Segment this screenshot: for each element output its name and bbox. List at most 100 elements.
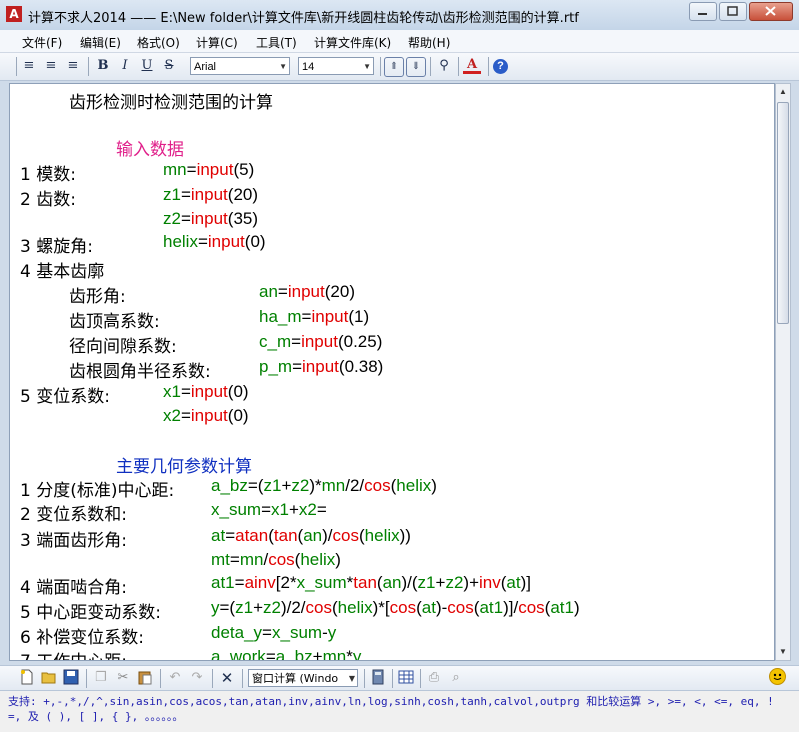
cut-icon[interactable]: ✂	[114, 669, 132, 687]
toolbar-separator	[86, 669, 87, 688]
standard-toolbar: ❐ ✂ ↶ ↷ ✕ 窗口计算 (Windo ▼ ⎙ ⌕	[0, 665, 799, 691]
format-toolbar: ≡ ≡ ≡ B I U S Arial ▼ 14 ▼ ⇑ ⇓ ⚲ A ?	[0, 53, 799, 81]
scroll-up-icon[interactable]: ▲	[776, 84, 790, 100]
value-x2: 0	[233, 406, 243, 425]
underline-icon[interactable]: U	[138, 57, 156, 75]
formula-z1: z1=input(20)	[163, 185, 259, 204]
menu-tools[interactable]: 工具(T)	[256, 34, 297, 51]
print-preview-icon[interactable]: ⌕	[447, 669, 465, 687]
undo-icon[interactable]: ↶	[166, 669, 184, 687]
title-bar: A 计算不求人2014 —— E:\New folder\计算文件库\新开线圆柱…	[0, 0, 799, 30]
formula-a-bz: a_bz=(z1+z2)*mn/2/cos(helix)	[211, 476, 437, 495]
label-shift-sum: 2 变位系数和:	[20, 505, 127, 525]
smiley-icon[interactable]	[769, 668, 786, 685]
toolbar-separator	[458, 57, 459, 76]
value-p: 0.38	[344, 357, 378, 376]
superscript-icon[interactable]: ⇑	[384, 57, 404, 77]
font-size-select[interactable]: 14 ▼	[298, 57, 374, 75]
label-modulus: 1 模数:	[20, 165, 76, 185]
minimize-button[interactable]	[689, 2, 717, 21]
toolbar-separator	[392, 669, 393, 688]
toolbar-separator	[88, 57, 89, 76]
menu-edit[interactable]: 编辑(E)	[80, 34, 121, 51]
document-title: 齿形检测时检测范围的计算	[69, 93, 273, 113]
section-heading-geometry: 主要几何参数计算	[116, 457, 252, 477]
maximize-icon	[727, 6, 738, 16]
app-logo-icon: A	[6, 6, 22, 22]
value-helix: 0	[250, 232, 260, 251]
menu-file[interactable]: 文件(F)	[22, 34, 62, 51]
formula-c: c_m=input(0.25)	[259, 332, 383, 351]
table-icon[interactable]	[397, 669, 415, 687]
formula-mn: mn=input(5)	[163, 160, 255, 179]
toolbar-separator	[420, 669, 421, 688]
open-folder-icon[interactable]	[40, 669, 58, 687]
bold-icon[interactable]: B	[94, 57, 112, 75]
label-center-shift-coef: 5 中心距变动系数:	[20, 603, 161, 623]
font-color-icon[interactable]: A	[463, 57, 481, 74]
minimize-icon	[698, 13, 707, 15]
label-teeth: 2 齿数:	[20, 190, 76, 210]
toolbar-separator	[488, 57, 489, 76]
formula-p: p_m=input(0.38)	[259, 357, 384, 376]
delete-icon[interactable]: ✕	[218, 669, 236, 687]
menu-format[interactable]: 格式(O)	[137, 34, 180, 51]
value-z1: 20	[233, 185, 253, 204]
close-icon	[765, 6, 776, 16]
vertical-scrollbar[interactable]: ▲ ▼	[775, 83, 791, 661]
label-pressure-angle: 齿形角:	[69, 287, 126, 307]
paste-icon[interactable]	[136, 669, 154, 687]
label-transverse-angle: 3 端面齿形角:	[20, 531, 127, 551]
formula-z2: z2=input(35)	[163, 209, 259, 228]
label-std-center-distance: 1 分度(标准)中心距:	[20, 481, 175, 501]
formula-helix: helix=input(0)	[163, 232, 266, 251]
menu-calculate[interactable]: 计算(C)	[196, 34, 238, 51]
formula-at: at=atan(tan(an)/cos(helix))	[211, 526, 411, 545]
menu-help[interactable]: 帮助(H)	[408, 34, 450, 51]
strikethrough-icon[interactable]: S	[160, 57, 178, 75]
font-family-select[interactable]: Arial ▼	[190, 57, 290, 75]
copy-icon[interactable]: ❐	[92, 669, 110, 687]
font-family-value: Arial	[194, 61, 217, 73]
maximize-button[interactable]	[719, 2, 747, 21]
calculator-icon[interactable]	[369, 669, 387, 687]
label-basic-profile: 4 基本齿廓	[20, 262, 105, 282]
chevron-down-icon: ▼	[279, 62, 287, 71]
help-icon[interactable]: ?	[493, 59, 508, 74]
scroll-down-icon[interactable]: ▼	[776, 644, 790, 660]
subscript-icon[interactable]: ⇓	[406, 57, 426, 77]
italic-icon[interactable]: I	[116, 57, 134, 75]
value-z2: 35	[233, 209, 253, 228]
window-title: 计算不求人2014 —— E:\New folder\计算文件库\新开线圆柱齿轮…	[28, 11, 579, 26]
align-left-icon[interactable]: ≡	[20, 57, 38, 75]
new-file-icon[interactable]	[18, 669, 36, 687]
close-button[interactable]	[749, 2, 793, 21]
formula-x2: x2=input(0)	[163, 406, 249, 425]
toolbar-separator	[16, 57, 17, 76]
toolbar-separator	[160, 669, 161, 688]
formula-mt: mt=mn/cos(helix)	[211, 550, 341, 569]
align-right-icon[interactable]: ≡	[64, 57, 82, 75]
value-ha: 1	[354, 307, 364, 326]
find-icon[interactable]: ⚲	[435, 57, 453, 75]
value-an: 20	[330, 282, 350, 301]
status-bar: 支持: +,-,*,/,^,sin,asin,cos,acos,tan,atan…	[0, 690, 799, 732]
font-size-value: 14	[302, 61, 315, 73]
document-editor[interactable]: 齿形检测时检测范围的计算 输入数据 1 模数: mn=input(5) 2 齿数…	[9, 83, 775, 661]
label-addendum-coef: 齿顶高系数:	[69, 312, 160, 332]
save-icon[interactable]	[62, 669, 80, 687]
print-icon[interactable]: ⎙	[425, 669, 443, 687]
label-working-center-distance: 7 工作中心距:	[20, 647, 127, 660]
chevron-down-icon: ▼	[363, 62, 371, 71]
formula-x1: x1=input(0)	[163, 382, 249, 401]
calc-window-select[interactable]: 窗口计算 (Windo ▼	[248, 669, 358, 687]
section-heading-inputs: 输入数据	[116, 140, 184, 160]
redo-icon[interactable]: ↷	[188, 669, 206, 687]
value-mn: 5	[239, 160, 249, 179]
supported-functions-hint: 支持: +,-,*,/,^,sin,asin,cos,acos,tan,atan…	[8, 695, 774, 723]
align-center-icon[interactable]: ≡	[42, 57, 60, 75]
menu-calc-library[interactable]: 计算文件库(K)	[314, 34, 391, 51]
scrollbar-thumb[interactable]	[777, 102, 789, 324]
toolbar-separator	[430, 57, 431, 76]
label-clearance-coef: 径向间隙系数:	[69, 337, 177, 357]
